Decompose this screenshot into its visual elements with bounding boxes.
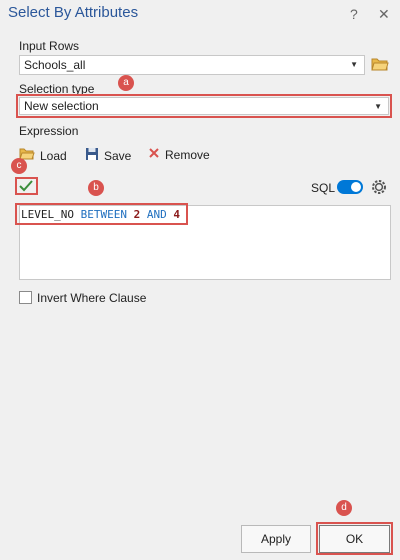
expression-label: Expression <box>19 124 79 138</box>
sql-label: SQL <box>311 181 336 195</box>
save-button[interactable]: Save <box>85 147 131 164</box>
close-icon <box>148 147 160 162</box>
input-rows-select[interactable]: Schools_all ▼ <box>19 55 365 75</box>
remove-label: Remove <box>165 147 210 162</box>
query-operator: AND <box>146 208 167 221</box>
chevron-down-icon: ▼ <box>350 60 358 69</box>
toggle-knob <box>351 182 361 192</box>
gear-icon[interactable] <box>370 178 388 201</box>
annotation-badge-d: d <box>336 500 352 516</box>
selection-type-value: New selection <box>24 99 99 113</box>
checkmark-icon <box>18 180 34 197</box>
verify-button[interactable] <box>18 179 34 198</box>
window-title: Select By Attributes <box>8 4 139 21</box>
folder-open-icon[interactable] <box>371 56 389 77</box>
sql-toggle[interactable] <box>337 180 363 194</box>
query-value: 4 <box>173 208 180 221</box>
query-value: 2 <box>133 208 141 221</box>
load-label: Load <box>40 148 67 163</box>
apply-button[interactable]: Apply <box>241 525 311 553</box>
save-icon <box>85 147 99 164</box>
annotation-badge-a: a <box>118 75 134 91</box>
ok-button[interactable]: OK <box>319 525 390 553</box>
save-label: Save <box>104 148 132 163</box>
close-button[interactable]: ✕ <box>378 6 390 23</box>
remove-button[interactable]: Remove <box>148 147 210 162</box>
input-rows-label: Input Rows <box>19 39 80 53</box>
query-operator: BETWEEN <box>80 208 127 221</box>
annotation-badge-c: c <box>11 158 27 174</box>
chevron-down-icon: ▼ <box>374 102 382 111</box>
query-text: LEVEL_NO BETWEEN 2 AND 4 <box>21 208 180 221</box>
invert-checkbox[interactable] <box>19 291 32 304</box>
selection-type-select[interactable]: New selection ▼ <box>19 97 389 115</box>
help-button[interactable]: ? <box>350 6 358 22</box>
input-rows-value: Schools_all <box>24 58 86 72</box>
annotation-badge-b: b <box>88 180 104 196</box>
invert-label: Invert Where Clause <box>37 291 147 305</box>
query-field: LEVEL_NO <box>21 208 74 221</box>
